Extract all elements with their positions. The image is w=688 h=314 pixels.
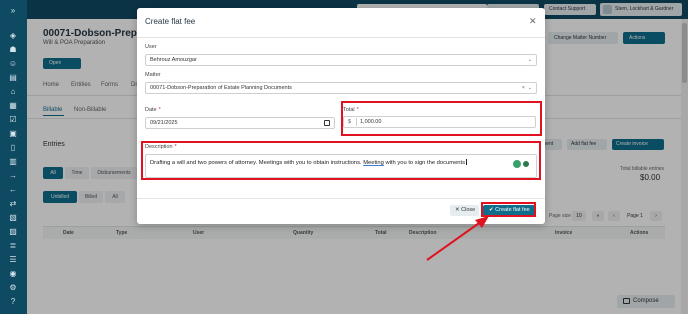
account-icon[interactable]: ◉ bbox=[8, 269, 18, 279]
calendar-icon[interactable] bbox=[324, 120, 330, 126]
highlight-total bbox=[341, 101, 542, 136]
divider bbox=[137, 198, 545, 199]
highlight-create-button bbox=[481, 202, 536, 217]
document-icon[interactable]: ▤ bbox=[8, 73, 18, 83]
gear-icon[interactable]: ⚙ bbox=[8, 283, 18, 293]
user-select[interactable]: Behrouz Amouzgar ⌄ bbox=[145, 54, 537, 66]
transfer-icon[interactable]: ⇄ bbox=[8, 199, 18, 209]
date-value: 09/21/2025 bbox=[150, 120, 178, 126]
user-value: Behrouz Amouzgar bbox=[150, 57, 197, 63]
sidebar: » ◈ ☗ ☺ ▤ ⌂ ▦ ☑ ▣ ▯ ▥ → ← ⇄ ▧ ▨ ≣ ☰ ◉ ⚙ … bbox=[0, 0, 27, 314]
report-icon[interactable]: ▧ bbox=[8, 213, 18, 223]
menu-icon[interactable]: ☰ bbox=[8, 255, 18, 265]
dashboard-icon[interactable]: ◈ bbox=[8, 31, 18, 41]
file-icon[interactable]: ▯ bbox=[8, 143, 18, 153]
help-icon[interactable]: ? bbox=[8, 297, 18, 307]
image-icon[interactable]: ▣ bbox=[8, 129, 18, 139]
chevron-down-icon: ⌄ bbox=[527, 57, 532, 63]
user-label: User bbox=[145, 44, 157, 50]
matter-label: Matter bbox=[145, 72, 161, 78]
highlight-description bbox=[141, 141, 541, 180]
stack-icon[interactable]: ≣ bbox=[8, 241, 18, 251]
close-icon[interactable]: ✕ bbox=[529, 16, 537, 27]
divider bbox=[137, 37, 545, 38]
people-icon[interactable]: ☗ bbox=[8, 45, 18, 55]
matter-select[interactable]: 00071-Dobson-Preparation of Estate Plann… bbox=[145, 82, 537, 94]
dialog-title: Create flat fee bbox=[145, 17, 196, 26]
chevron-down-icon: ⌄ bbox=[527, 85, 532, 91]
home-icon[interactable]: ⌂ bbox=[8, 87, 18, 97]
arrow-left-icon[interactable]: ← bbox=[8, 185, 18, 195]
date-input[interactable]: 09/21/2025 bbox=[145, 117, 335, 129]
matter-value: 00071-Dobson-Preparation of Estate Plann… bbox=[150, 85, 292, 91]
date-label: Date * bbox=[145, 107, 161, 113]
arrow-right-icon[interactable]: → bbox=[8, 171, 18, 181]
tasks-icon[interactable]: ☑ bbox=[8, 115, 18, 125]
calendar-icon[interactable]: ▦ bbox=[8, 101, 18, 111]
bank-icon[interactable]: ▥ bbox=[8, 157, 18, 167]
clear-icon[interactable]: × bbox=[522, 83, 525, 93]
user-icon[interactable]: ☺ bbox=[8, 59, 18, 69]
expand-icon[interactable]: » bbox=[8, 6, 18, 16]
close-label: Close bbox=[461, 207, 476, 213]
billing-icon[interactable]: ▨ bbox=[8, 227, 18, 237]
close-button[interactable]: ✕ Close bbox=[450, 205, 479, 216]
